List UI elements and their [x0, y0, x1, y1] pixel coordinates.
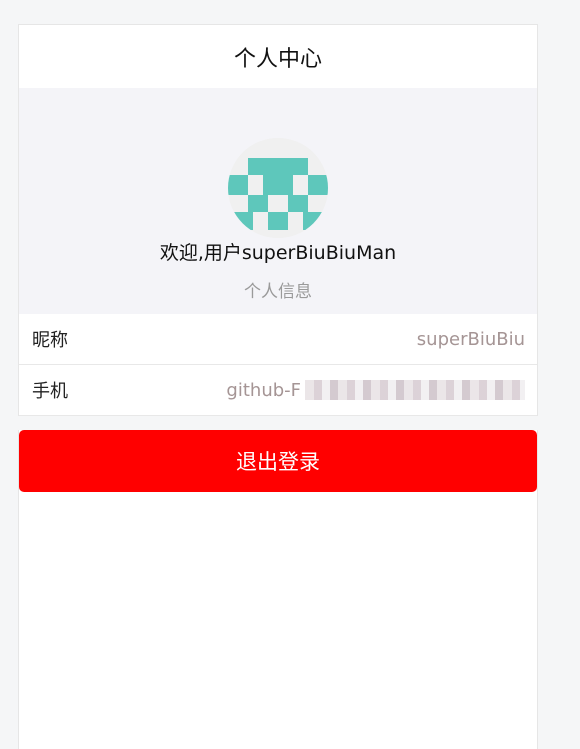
profile-section: 欢迎,用户superBiuBiuMan 个人信息	[19, 88, 537, 314]
identicon-icon	[228, 138, 328, 238]
divider	[18, 416, 538, 430]
page-header: 个人中心	[19, 25, 537, 88]
page-title: 个人中心	[233, 46, 322, 72]
welcome-text: 欢迎,用户superBiuBiuMan	[159, 242, 397, 264]
nickname-label: 昵称	[32, 330, 68, 351]
phone-row[interactable]: 手机 github-F	[19, 365, 537, 416]
logout-button[interactable]: 退出登录	[19, 430, 537, 492]
nickname-row[interactable]: 昵称 superBiuBiu	[19, 314, 537, 365]
phone-value-wrap: github-F	[226, 380, 525, 401]
redacted-blur	[305, 380, 525, 400]
nickname-value: superBiuBiu	[416, 328, 525, 350]
avatar	[228, 138, 328, 238]
phone-label: 手机	[32, 381, 68, 402]
app-window: 个人中心 欢迎,用户superBiuBiuMan 个人信息 昵称 superBi…	[18, 24, 538, 749]
phone-value: github-F	[226, 379, 301, 401]
section-label-personal-info: 个人信息	[244, 282, 312, 302]
